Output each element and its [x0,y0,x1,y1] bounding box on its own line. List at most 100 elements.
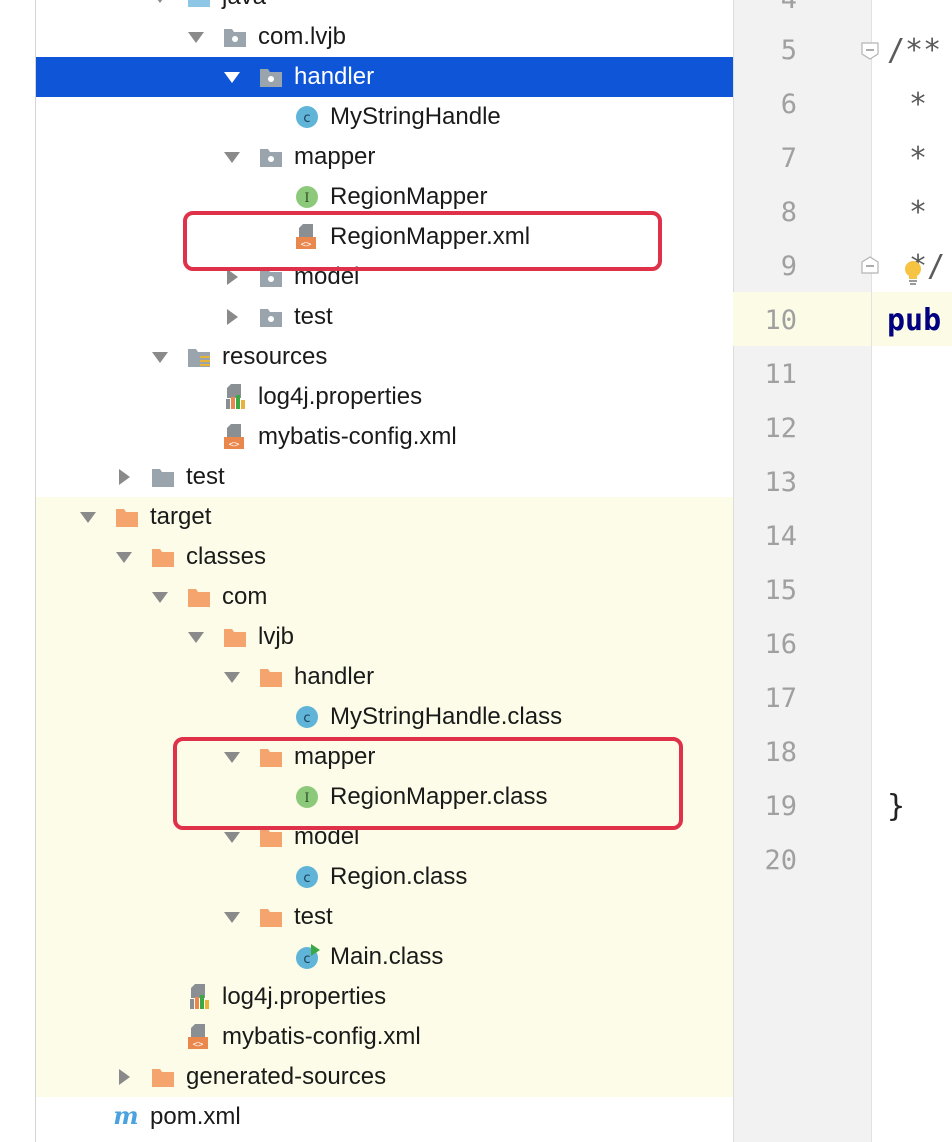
line-number: 13 [764,467,797,498]
tree-item-com[interactable]: com [36,577,733,617]
class-icon [294,864,320,890]
properties-file-icon [186,984,212,1010]
line-number: 18 [764,737,797,768]
tree-item-label: MyStringHandle [330,103,501,130]
tree-item-label: Main.class [330,943,444,970]
tree-item-mapper[interactable]: mapper [36,137,733,177]
class-icon [294,104,320,130]
maven-icon [114,1104,140,1130]
expand-arrow-icon[interactable] [224,669,240,685]
properties-file-icon [222,384,248,410]
source-folder-icon [186,0,212,10]
tree-item-test-package[interactable]: test [36,297,733,337]
tree-item-label: mapper [294,143,376,170]
expand-arrow-icon[interactable] [224,829,240,845]
excluded-folder-icon [114,504,140,530]
tree-item-generated-sources[interactable]: generated-sources [36,1057,733,1097]
line-number: 7 [780,143,797,174]
tree-item-label: classes [186,543,267,570]
line-number: 14 [764,521,797,552]
expand-arrow-icon[interactable] [224,149,240,165]
tree-item-handler-target[interactable]: handler [36,657,733,697]
package-icon [258,64,284,90]
tree-item-com-lvjb[interactable]: com.lvjb [36,17,733,57]
fold-marker-icon[interactable] [861,42,879,60]
tree-item-label: log4j.properties [222,983,387,1010]
folder-icon [150,464,176,490]
expand-arrow-icon[interactable] [152,349,168,365]
tree-item-label: log4j.properties [258,383,423,410]
tree-item-pom-xml[interactable]: pom.xml [36,1097,733,1137]
tree-item-log4j-properties[interactable]: log4j.properties [36,377,733,417]
tree-item-mystringhandle[interactable]: MyStringHandle [36,97,733,137]
excluded-folder-icon [222,624,248,650]
tree-item-label: handler [294,63,375,90]
line-number: 8 [780,197,797,228]
main-class-icon [294,944,320,970]
code-line-6: * [909,87,928,122]
code-line-19: } [887,789,906,824]
lightbulb-icon[interactable] [902,258,924,288]
tree-item-label: com [222,583,268,610]
collapse-arrow-icon[interactable] [224,309,240,325]
line-number: 20 [764,845,797,876]
code-editor[interactable]: 4 5 6 7 8 9 10 11 12 13 14 15 16 17 18 1… [733,0,952,1142]
tree-item-label: handler [294,663,375,690]
line-number: 10 [764,305,797,336]
xml-file-icon [222,424,248,450]
tree-item-label: pom.xml [150,1103,241,1130]
tree-item-resources[interactable]: resources [36,337,733,377]
line-number: 5 [780,35,797,66]
line-number: 11 [764,359,797,390]
code-line-10: pub [887,303,942,338]
project-tree-panel: java com.lvjb handler MyStringHandle map… [0,0,733,1142]
tree-item-handler-selected[interactable]: handler [36,57,733,97]
tree-item-mybatis-config-xml[interactable]: mybatis-config.xml [36,417,733,457]
tree-item-target[interactable]: target [36,497,733,537]
gutter-separator [871,0,872,1142]
tree-item-mystringhandle-class[interactable]: MyStringHandle.class [36,697,733,737]
class-icon [294,704,320,730]
tree-item-main-class[interactable]: Main.class [36,937,733,977]
tree-item-java[interactable]: java [36,0,733,17]
tree-item-label: target [150,503,212,530]
tree-item-test-target[interactable]: test [36,897,733,937]
tree-item-mybatis-config-xml-target[interactable]: mybatis-config.xml [36,1017,733,1057]
tree-item-label: java [222,0,266,12]
line-number: 19 [764,791,797,822]
tree-item-log4j-properties-target[interactable]: log4j.properties [36,977,733,1017]
fold-end-marker-icon[interactable] [861,256,879,274]
expand-arrow-icon[interactable] [152,0,168,5]
package-icon [258,304,284,330]
package-icon [258,144,284,170]
code-line-5: /** [887,33,942,68]
tree-item-test-folder[interactable]: test [36,457,733,497]
expand-arrow-icon[interactable] [188,629,204,645]
expand-arrow-icon[interactable] [152,589,168,605]
tree-item-label: test [186,463,225,490]
tree-item-label: Region.class [330,863,468,890]
expand-arrow-icon[interactable] [224,69,240,85]
expand-arrow-icon[interactable] [116,549,132,565]
interface-icon [294,184,320,210]
collapse-arrow-icon[interactable] [224,269,240,285]
collapse-arrow-icon[interactable] [116,469,132,485]
tree-item-label: mybatis-config.xml [258,423,457,450]
line-number: 17 [764,683,797,714]
excluded-folder-icon [150,544,176,570]
expand-arrow-icon[interactable] [224,909,240,925]
collapse-arrow-icon[interactable] [116,1069,132,1085]
excluded-folder-icon [150,1064,176,1090]
tree-item-label: resources [222,343,328,370]
expand-arrow-icon[interactable] [80,509,96,525]
tree-item-label: com.lvjb [258,23,347,50]
tree-item-classes[interactable]: classes [36,537,733,577]
tree-item-region-class[interactable]: Region.class [36,857,733,897]
tree-item-label: test [294,303,333,330]
tree-item-label: RegionMapper [330,183,488,210]
expand-arrow-icon[interactable] [188,29,204,45]
tree-item-lvjb[interactable]: lvjb [36,617,733,657]
package-icon [222,24,248,50]
xml-file-icon [186,1024,212,1050]
tree-item-label: MyStringHandle.class [330,703,563,730]
